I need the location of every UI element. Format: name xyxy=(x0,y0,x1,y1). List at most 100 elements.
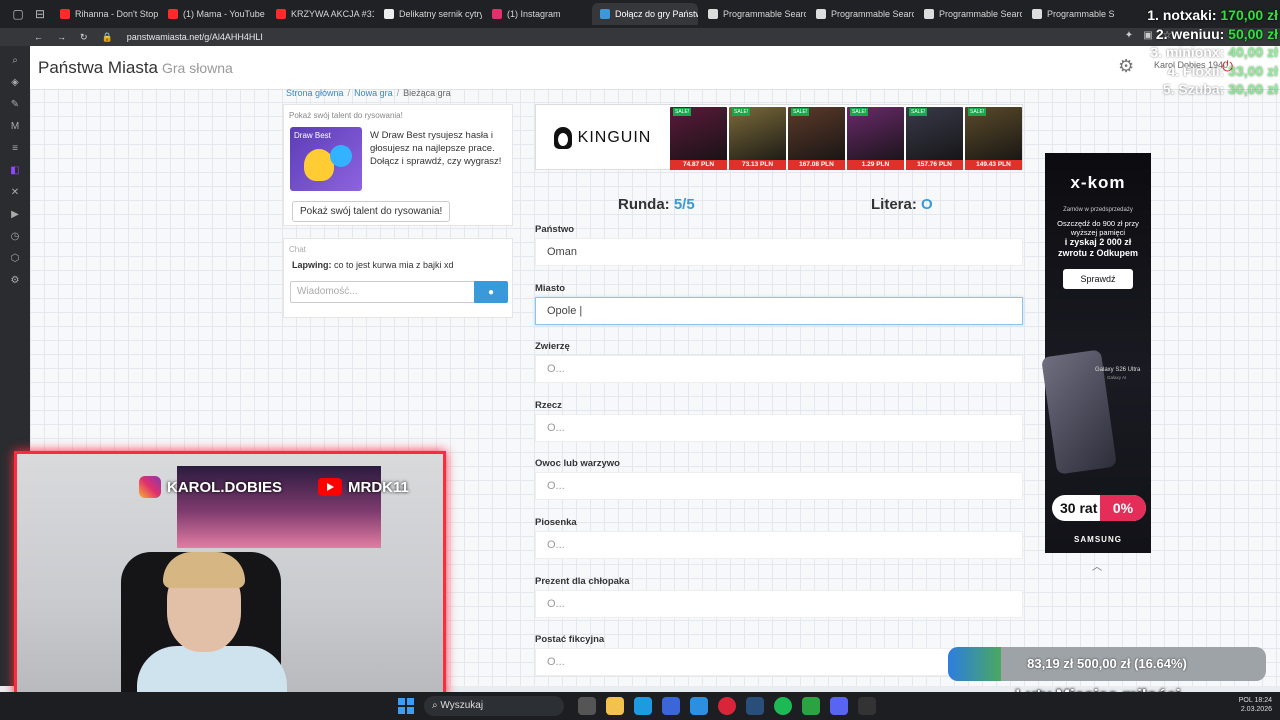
site-logo[interactable]: Państwa Miasta Gra słowna xyxy=(38,58,233,78)
sidebar-bag-icon[interactable]: ◈ xyxy=(7,76,23,90)
url-text[interactable]: panstwamiasta.net/g/Al4AHH4HLI xyxy=(127,32,263,42)
browser-tabbar: ▢ ⊟ Rihanna - Don't Stop (1) Mama - YouTu… xyxy=(0,0,1280,28)
tab-list-icon[interactable]: ⊟ xyxy=(30,4,50,24)
xbox-icon[interactable] xyxy=(802,697,820,715)
breadcrumb-current: Bieżąca gra xyxy=(403,88,451,98)
leaderboard-row: 4. Floxii: 33,00 zł xyxy=(1134,62,1278,81)
game-offer[interactable]: SALE! 74.87 PLN xyxy=(670,107,727,170)
sidebar-play-icon[interactable]: ▶ xyxy=(7,208,23,222)
browser-tab[interactable]: (1) Mama - YouTube xyxy=(160,3,266,25)
draw-best-image[interactable]: Draw Best xyxy=(290,127,362,191)
sidebar-search-icon[interactable]: ⌕ xyxy=(7,54,23,68)
answer-input[interactable]: Opole | xyxy=(535,296,1023,325)
spotify-icon[interactable] xyxy=(774,697,792,715)
tab-actions-icon[interactable]: ▢ xyxy=(8,4,28,24)
kinguin-logo: KINGUIN xyxy=(536,105,669,171)
tab-label: Programmable S xyxy=(1047,9,1115,19)
sidebar-cube-icon[interactable]: ⬡ xyxy=(7,252,23,266)
favicon-icon xyxy=(492,9,502,19)
back-icon[interactable]: ← xyxy=(34,32,43,42)
answer-input[interactable]: O... xyxy=(535,589,1023,618)
game-offer[interactable]: SALE! 1.29 PLN xyxy=(847,107,904,170)
speech-bubble-icon: ● xyxy=(487,286,495,298)
file-explorer-icon[interactable] xyxy=(606,697,624,715)
opera-icon[interactable] xyxy=(718,697,736,715)
browser-tab[interactable]: Programmable Searc xyxy=(808,3,914,25)
game-offer[interactable]: SALE! 149.43 PLN xyxy=(965,107,1022,170)
pin-icon[interactable]: ✦ xyxy=(1125,30,1133,41)
sidebar-m-icon[interactable]: M xyxy=(7,120,23,134)
answer-input[interactable]: Oman xyxy=(535,238,1023,266)
favicon-icon xyxy=(708,9,718,19)
answer-input[interactable]: O... xyxy=(535,413,1023,442)
sidebar-paint-icon[interactable]: ✎ xyxy=(7,98,23,112)
chat-message: Lapwing: co to jest kurwa mia z bajki xd xyxy=(292,260,454,270)
breadcrumb-new-game[interactable]: Nowa gra xyxy=(354,88,393,98)
system-tray[interactable]: POL 18:24 2.03.2026 xyxy=(1200,696,1272,714)
taskbar-search[interactable]: ⌕ Wyszukaj xyxy=(424,696,564,716)
promo-button[interactable]: Pokaż swój talent do rysowania! xyxy=(292,201,451,222)
xkom-ad[interactable]: x-kom Zamów w przedsprzedaży Oszczędź do… xyxy=(1041,153,1151,553)
clock-date: 2.03.2026 xyxy=(1240,706,1272,713)
gear-icon[interactable]: ⚙ xyxy=(1118,56,1134,77)
donor-name: 1. notxaki: xyxy=(1147,7,1217,23)
leaderboard-row: 3. minionx: 40,00 zł xyxy=(1134,43,1278,62)
steam-icon[interactable] xyxy=(746,697,764,715)
store-icon[interactable] xyxy=(662,697,680,715)
address-bar: ← → ↻ 🔒 panstwamiasta.net/g/Al4AHH4HLI ✦… xyxy=(0,28,1280,46)
field-label: Prezent dla chłopaka xyxy=(535,575,630,587)
donor-amount: 50,00 zł xyxy=(1228,25,1278,42)
sidebar-settings-icon[interactable]: ⚙ xyxy=(7,274,23,288)
instagram-handle: KAROL.DOBIES xyxy=(167,478,283,496)
game-price: 157.76 PLN xyxy=(906,160,963,170)
chat-box: Chat Lapwing: co to jest kurwa mia z baj… xyxy=(283,238,513,318)
reload-icon[interactable]: ↻ xyxy=(80,32,88,43)
chevron-up-icon[interactable]: ︿ xyxy=(1092,558,1102,573)
browser-tab[interactable]: Programmable Searc xyxy=(916,3,1022,25)
browser-tab[interactable]: Programmable Searc xyxy=(700,3,806,25)
field-label: Postać fikcyjna xyxy=(535,634,605,646)
chat-input[interactable]: Wiadomość... xyxy=(290,281,475,303)
leaderboard-row: 2. weniuu: 50,00 zł xyxy=(1134,25,1278,44)
game-offer[interactable]: SALE! 167.08 PLN xyxy=(788,107,845,170)
game-offer[interactable]: SALE! 157.76 PLN xyxy=(906,107,963,170)
answer-input[interactable]: O... xyxy=(535,355,1023,384)
ad-button[interactable]: Sprawdź xyxy=(1063,269,1133,289)
windows-start-icon[interactable] xyxy=(398,698,414,714)
mail-icon[interactable] xyxy=(690,697,708,715)
browser-tab[interactable]: Rihanna - Don't Stop xyxy=(52,3,158,25)
epic-icon[interactable] xyxy=(858,697,876,715)
answer-input[interactable]: O... xyxy=(535,472,1023,501)
youtube-icon xyxy=(318,478,343,496)
tab-label: Programmable Searc xyxy=(831,9,914,19)
sidebar-history-icon[interactable]: ◷ xyxy=(7,230,23,244)
answer-field: Owoc lub warzywo O... xyxy=(535,458,1023,501)
tab-label: KRZYWA AKCJA #31 xyxy=(291,9,374,19)
forward-icon[interactable]: → xyxy=(57,32,66,42)
tab-label: Dołącz do gry Państwa M xyxy=(615,9,698,19)
browser-tab[interactable]: (1) Instagram xyxy=(484,3,590,25)
edge-icon[interactable] xyxy=(634,697,652,715)
field-label: Zwierzę xyxy=(535,341,570,353)
language-indicator: POL xyxy=(1238,697,1253,704)
game-price: 149.43 PLN xyxy=(965,160,1022,170)
discord-icon[interactable] xyxy=(830,697,848,715)
sidebar-x-icon[interactable]: ✕ xyxy=(7,186,23,200)
browser-tab[interactable]: KRZYWA AKCJA #31 xyxy=(268,3,374,25)
sidebar-twitch-icon[interactable]: ◧ xyxy=(7,164,23,178)
donor-amount: 170,00 zł xyxy=(1220,7,1278,23)
answer-input[interactable]: O... xyxy=(535,531,1023,559)
browser-tab[interactable]: Dołącz do gry Państwa M xyxy=(592,3,698,25)
chat-send-button[interactable]: ● xyxy=(474,281,508,303)
task-view-icon[interactable] xyxy=(578,697,596,715)
game-offer[interactable]: SALE! 73.13 PLN xyxy=(729,107,786,170)
browser-tab[interactable]: Programmable S xyxy=(1024,3,1130,25)
streamer-hair xyxy=(163,552,245,588)
sale-badge: SALE! xyxy=(850,108,869,116)
xkom-logo: x-kom xyxy=(1070,173,1126,192)
sidebar-note-icon[interactable]: ≡ xyxy=(7,142,23,156)
kinguin-banner[interactable]: KINGUIN SALE! 74.87 PLN SALE! 73.13 PLN SALE… xyxy=(535,104,1023,170)
breadcrumb: Strona główna / Nowa gra / Bieżąca gra xyxy=(286,88,451,98)
breadcrumb-home[interactable]: Strona główna xyxy=(286,88,344,98)
browser-tab[interactable]: Delikatny sernik cytry xyxy=(376,3,482,25)
